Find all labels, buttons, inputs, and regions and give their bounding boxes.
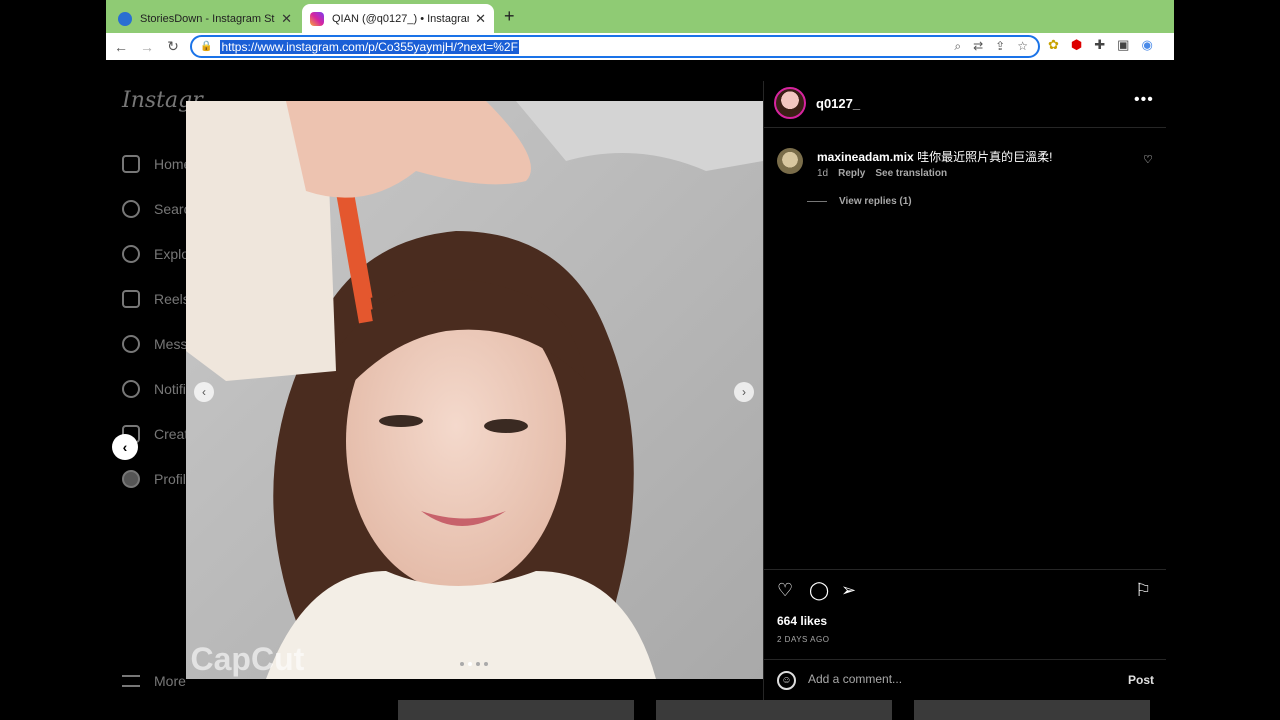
back-icon[interactable]: ← [108,39,134,55]
comment-text: 哇你最近照片真的巨溫柔! [917,150,1053,164]
reply-button[interactable]: Reply [838,168,865,179]
comment-body: maxineadam.mix 哇你最近照片真的巨溫柔! [817,148,1137,165]
sidebar-item-profile[interactable]: Profil [122,470,186,488]
sidebar-item-label: Mess [154,336,188,352]
sidebar-item-messages[interactable]: Mess [122,335,187,353]
profile-avatar-icon[interactable]: ◉ [1141,37,1152,53]
author-avatar[interactable] [774,87,806,119]
browser-toolbar: ← → ↻ 🔒 https://www.instagram.com/p/Co35… [106,33,1174,60]
share-send-icon[interactable]: ➢ [841,580,856,601]
carousel-dot [476,662,480,666]
post-actions: ♡ ◯ ➢ ⚐ 664 likes 2 DAYS AGO [764,569,1166,659]
share-icon[interactable]: ⇪ [995,39,1005,54]
chevron-left-icon: ‹ [202,385,206,399]
carousel-dot [484,662,488,666]
watermark-text: CapCut [190,640,305,677]
carousel-next-button[interactable]: › [734,382,754,402]
capcut-watermark: ⨯ CapCut [186,639,305,679]
post-timestamp: 2 DAYS AGO [777,635,830,644]
likes-count[interactable]: 664 likes [777,614,827,628]
view-replies-label: View replies (1) [839,196,912,207]
extension-icon[interactable]: ✿ [1048,37,1059,53]
post-image[interactable]: ‹ › ⨯ CapCut [186,101,763,679]
close-tab-icon[interactable]: ✕ [475,11,486,27]
zoom-icon[interactable]: ⌕ [954,39,961,54]
sidebar-item-label: Explo [154,246,190,262]
sidebar-item-label: More [154,673,186,689]
comment-time: 1d [817,168,829,179]
reload-icon[interactable]: ↻ [160,38,186,55]
sidebar-item-explore[interactable]: Explo [122,245,189,263]
forward-icon[interactable]: → [134,39,160,55]
tab-instagram[interactable]: QIAN (@q0127_) • Instagram p ✕ [302,4,494,33]
sidebar-item-label: Reels [154,291,190,307]
tab-title: QIAN (@q0127_) • Instagram p [332,12,469,25]
grid-thumbnail [656,700,892,720]
messenger-icon [122,335,140,353]
sidebar-item-notifications[interactable]: Notifi [122,380,186,398]
reels-icon [122,290,140,308]
see-translation-button[interactable]: See translation [875,168,947,179]
menu-icon [122,675,140,687]
like-heart-icon[interactable]: ♡ [777,580,793,601]
grid-thumbnail [398,700,634,720]
new-tab-button[interactable]: + [504,6,515,27]
view-replies-button[interactable]: View replies (1) [807,196,912,207]
sidebar-item-label: Creat [154,426,189,442]
heart-icon [122,380,140,398]
translate-icon[interactable]: ⇄ [973,39,983,54]
carousel-prev-button[interactable]: ‹ [194,382,214,402]
sidebar-item-reels[interactable]: Reels [122,290,190,308]
extensions: ✿ ⬢ ✚ ▣ ◉ [1048,37,1153,53]
save-bookmark-icon[interactable]: ⚐ [1135,580,1151,601]
tab-bar: StoriesDown - Instagram Story ✕ QIAN (@q… [106,0,1174,33]
tab-storiesdown[interactable]: StoriesDown - Instagram Story ✕ [110,4,300,33]
previous-post-button[interactable]: ‹ [112,434,138,460]
instagram-favicon-icon [310,11,324,26]
comment-meta: 1d Reply See translation [817,168,947,179]
commenter-avatar[interactable] [777,148,803,174]
emoji-icon[interactable]: ☺ [777,671,796,690]
chevron-right-icon: › [742,385,746,399]
address-bar[interactable]: 🔒 https://www.instagram.com/p/Co355yaymj… [190,35,1040,58]
storiesdown-favicon-icon [118,11,132,26]
url-text[interactable]: https://www.instagram.com/p/Co355yaymjH/… [220,39,519,54]
portrait-photo [186,101,763,679]
compass-icon [122,245,140,263]
bookmark-star-icon[interactable]: ☆ [1017,39,1028,54]
post-header: q0127_ ••• [764,81,1166,128]
close-tab-icon[interactable]: ✕ [281,11,292,27]
search-icon [122,200,140,218]
avatar-icon [122,470,140,488]
more-options-icon[interactable]: ••• [1134,91,1154,109]
add-comment-bar: ☺ Post [764,659,1166,700]
comment-bubble-icon[interactable]: ◯ [809,580,829,601]
comment-input[interactable] [808,672,1108,686]
chevron-left-icon: ‹ [122,439,128,455]
tab-title: StoriesDown - Instagram Story [140,12,276,25]
sidebar-item-more[interactable]: More [122,673,186,689]
sidebar-item-home[interactable]: Home [122,155,191,173]
author-username[interactable]: q0127_ [816,96,860,111]
replies-divider [807,201,827,202]
commenter-username[interactable]: maxineadam.mix [817,150,914,164]
comment-like-heart-icon[interactable]: ♡ [1143,153,1153,166]
home-icon [122,155,140,173]
carousel-dots [460,662,488,666]
post-comment-button[interactable]: Post [1128,673,1154,687]
grid-thumbnail [914,700,1150,720]
lock-icon[interactable]: 🔒 [200,41,212,52]
browser-window: StoriesDown - Instagram Story ✕ QIAN (@q… [106,0,1174,720]
carousel-dot [460,662,464,666]
carousel-dot-active [468,662,472,666]
background-grid [398,700,1150,720]
sidebar-item-label: Notifi [154,381,186,397]
puzzle-icon[interactable]: ✚ [1094,37,1105,53]
post-details-panel: q0127_ ••• maxineadam.mix 哇你最近照片真的巨溫柔! 1… [763,81,1166,700]
adblock-icon[interactable]: ⬢ [1071,37,1082,53]
sidebar-item-label: Profil [154,471,186,487]
omnibox-actions: ⌕ ⇄ ⇪ ☆ [954,39,1028,54]
sidepanel-icon[interactable]: ▣ [1117,37,1129,53]
